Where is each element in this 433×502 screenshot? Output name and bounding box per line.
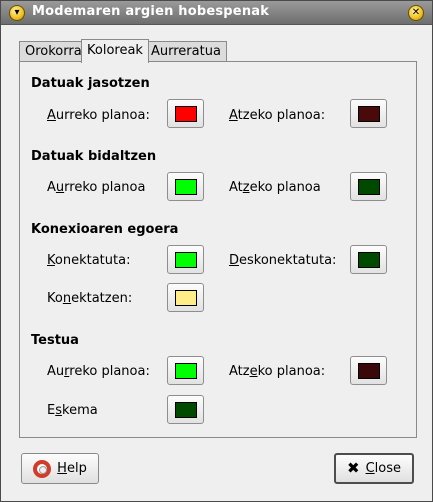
tab-koloreak[interactable]: Koloreak bbox=[81, 39, 149, 63]
window-close-icon[interactable]: ✕ bbox=[408, 5, 424, 21]
disconnected-color-button[interactable] bbox=[350, 245, 387, 274]
window-menu-icon[interactable]: ▾ bbox=[9, 5, 25, 21]
connecting-color-button[interactable] bbox=[167, 283, 204, 312]
window-title: Modemaren argien hobespenak bbox=[32, 4, 270, 19]
section-title-connection: Konexioaren egoera bbox=[31, 222, 179, 237]
preferences-window: ▾ Modemaren argien hobespenak ✕ Orokorra… bbox=[0, 0, 433, 502]
colors-panel: Datuak jasotzen Aurreko planoa: Atzeko p… bbox=[19, 61, 417, 438]
tab-aurreratua[interactable]: Aurreratua bbox=[145, 41, 227, 62]
color-swatch bbox=[174, 401, 197, 418]
title-bar[interactable]: ▾ Modemaren argien hobespenak ✕ bbox=[1, 1, 432, 25]
connected-label: Konektatuta: bbox=[47, 253, 131, 268]
sending-background-label: Atzeko planoa bbox=[229, 180, 321, 195]
section-title-text: Testua bbox=[31, 333, 79, 348]
disconnected-label: Deskonektatuta: bbox=[229, 253, 337, 268]
connected-color-button[interactable] bbox=[167, 245, 204, 274]
text-foreground-color-button[interactable] bbox=[167, 356, 204, 385]
color-swatch bbox=[357, 105, 380, 122]
receiving-foreground-label: Aurreko planoa: bbox=[47, 108, 150, 123]
sending-foreground-label: Aurreko planoa bbox=[47, 180, 146, 195]
color-swatch bbox=[174, 362, 197, 379]
help-button-label: Help bbox=[57, 461, 87, 476]
close-button[interactable]: ✖ Close bbox=[334, 453, 414, 484]
receiving-background-label: Atzeko planoa: bbox=[229, 108, 326, 123]
close-button-label: Close bbox=[365, 461, 401, 476]
section-title-receiving: Datuak jasotzen bbox=[31, 76, 150, 91]
close-icon: ✖ bbox=[347, 459, 360, 477]
color-swatch bbox=[174, 178, 197, 195]
color-swatch bbox=[174, 251, 197, 268]
color-swatch bbox=[357, 362, 380, 379]
connecting-label: Konektatzen: bbox=[47, 291, 133, 306]
scheme-label: Eskema bbox=[47, 403, 98, 418]
receiving-background-color-button[interactable] bbox=[350, 99, 387, 128]
color-swatch bbox=[357, 178, 380, 195]
color-swatch bbox=[174, 289, 197, 306]
text-foreground-label: Aurreko planoa: bbox=[47, 364, 150, 379]
help-button[interactable]: Help bbox=[21, 453, 99, 484]
section-title-sending: Datuak bidaltzen bbox=[31, 149, 157, 164]
tab-orokorra[interactable]: Orokorra bbox=[19, 41, 88, 62]
color-swatch bbox=[357, 251, 380, 268]
lifebuoy-icon bbox=[33, 459, 52, 478]
sending-background-color-button[interactable] bbox=[350, 172, 387, 201]
text-background-label: Atzeko planoa: bbox=[229, 364, 326, 379]
scheme-color-button[interactable] bbox=[167, 395, 204, 424]
color-swatch bbox=[174, 105, 197, 122]
text-background-color-button[interactable] bbox=[350, 356, 387, 385]
sending-foreground-color-button[interactable] bbox=[167, 172, 204, 201]
receiving-foreground-color-button[interactable] bbox=[167, 99, 204, 128]
